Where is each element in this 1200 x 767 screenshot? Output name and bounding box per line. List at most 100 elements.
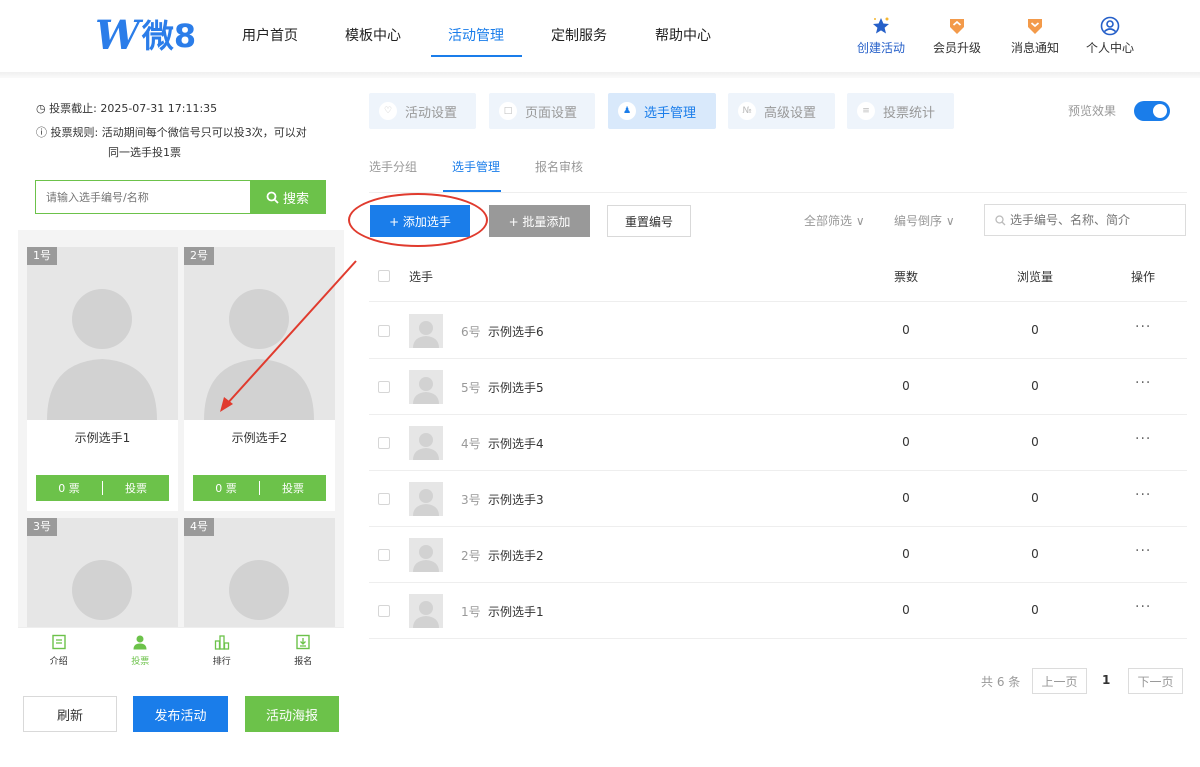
more-actions-icon[interactable]: ···	[1135, 543, 1151, 559]
player-number-badge: 4号	[184, 518, 214, 536]
subtab-active-indicator	[443, 190, 501, 192]
player-avatar	[409, 482, 443, 516]
player-name: 示例选手3	[488, 493, 544, 507]
person-icon: ♟	[618, 102, 636, 120]
row-checkbox[interactable]	[378, 325, 390, 337]
preview-toggle-label: 预览效果	[1068, 104, 1117, 118]
logo-text: 微8	[141, 17, 197, 55]
statistics-icon: ≡	[857, 102, 875, 120]
tab-signup[interactable]: 报名	[263, 628, 345, 669]
vote-button[interactable]: 投票	[260, 480, 326, 496]
tab-intro[interactable]: 介绍	[18, 628, 100, 669]
view-count: 0	[1031, 603, 1039, 617]
player-photo: 2号	[184, 247, 335, 420]
vote-bar[interactable]: 0 票 投票	[36, 475, 169, 501]
preview-toggle[interactable]	[1134, 101, 1170, 121]
reset-numbers-button[interactable]: 重置编号	[607, 205, 691, 237]
more-actions-icon[interactable]: ···	[1135, 431, 1151, 447]
tab-page-settings[interactable]: □ 页面设置	[489, 93, 595, 129]
table-row: 2号 示例选手2 0 0 ···	[369, 527, 1187, 583]
top-navigation: W 微8 用户首页 模板中心 活动管理 定制服务 帮助中心 创建活动 会员升级 …	[0, 0, 1200, 72]
more-actions-icon[interactable]: ···	[1135, 487, 1151, 503]
player-number: 2号	[461, 549, 481, 563]
tab-player-management[interactable]: ♟ 选手管理	[608, 93, 716, 129]
nav-home[interactable]: 用户首页	[242, 25, 298, 45]
activity-poster-button[interactable]: 活动海报	[245, 696, 339, 732]
nav-activity-management[interactable]: 活动管理	[448, 25, 504, 45]
create-activity-button[interactable]: 创建活动	[857, 16, 905, 56]
member-upgrade-button[interactable]: 会员升级	[933, 16, 981, 56]
nav-custom-service[interactable]: 定制服务	[551, 25, 607, 45]
row-checkbox[interactable]	[378, 381, 390, 393]
player-number: 1号	[461, 605, 481, 619]
table-header: 选手 票数 浏览量 操作	[369, 250, 1187, 302]
tab-vote-statistics[interactable]: ≡ 投票统计	[847, 93, 954, 129]
profile-button[interactable]: 个人中心	[1086, 16, 1134, 56]
vote-button[interactable]: 投票	[103, 480, 169, 496]
column-votes: 票数	[894, 270, 919, 284]
tab-ranking[interactable]: 排行	[181, 628, 263, 669]
filter-all-dropdown[interactable]: 全部筛选 ∨	[804, 212, 865, 229]
player-search-input[interactable]	[1010, 213, 1180, 227]
select-all-checkbox[interactable]	[378, 270, 390, 282]
more-actions-icon[interactable]: ···	[1135, 375, 1151, 391]
player-card[interactable]: 1号 示例选手1 0 票 投票	[27, 247, 178, 511]
clock-icon: ◷	[36, 102, 46, 115]
vote-count: 0	[902, 435, 910, 449]
row-checkbox[interactable]	[378, 493, 390, 505]
nav-templates[interactable]: 模板中心	[345, 25, 401, 45]
star-icon	[871, 16, 891, 36]
mobile-preview: ◷ 投票截止: 2025-07-31 17:11:35 ⓘ 投票规则: 活动期间…	[18, 88, 344, 632]
avatar-placeholder-icon	[413, 545, 439, 572]
row-checkbox[interactable]	[378, 437, 390, 449]
preview-search-button[interactable]: 搜索	[250, 181, 325, 213]
sort-dropdown[interactable]: 编号倒序 ∨	[894, 212, 955, 229]
subtab-player-management[interactable]: 选手管理	[452, 158, 500, 175]
player-card[interactable]: 2号 示例选手2 0 票 投票	[184, 247, 335, 511]
user-circle-icon	[1100, 16, 1120, 36]
player-name: 示例选手4	[488, 437, 544, 451]
subtab-signup-review[interactable]: 报名审核	[535, 158, 583, 175]
page-icon: □	[499, 102, 517, 120]
player-number-badge: 2号	[184, 247, 214, 265]
player-card[interactable]: 3号	[27, 518, 178, 632]
column-player: 选手	[409, 270, 434, 284]
row-checkbox[interactable]	[378, 605, 390, 617]
refresh-button[interactable]: 刷新	[23, 696, 117, 732]
tab-page-settings-label: 页面设置	[525, 105, 578, 121]
preview-search-input[interactable]	[36, 181, 250, 213]
vote-count: 0	[902, 603, 910, 617]
more-actions-icon[interactable]: ···	[1135, 319, 1151, 335]
vote-count: 0	[902, 323, 910, 337]
tab-advanced-settings-label: 高级设置	[764, 105, 817, 121]
tab-intro-label: 介绍	[49, 657, 68, 667]
table-row: 1号 示例选手1 0 0 ···	[369, 583, 1187, 639]
player-card[interactable]: 4号	[184, 518, 335, 632]
site-logo[interactable]: W 微8	[95, 16, 196, 56]
player-photo: 1号	[27, 247, 178, 420]
more-actions-icon[interactable]: ···	[1135, 599, 1151, 615]
tab-activity-settings[interactable]: ♡ 活动设置	[369, 93, 476, 129]
tab-vote[interactable]: 投票	[100, 628, 182, 669]
publish-activity-button[interactable]: 发布活动	[133, 696, 228, 732]
subtab-divider	[369, 192, 1187, 193]
vote-count: 0 票	[58, 482, 80, 495]
batch-add-button[interactable]: + 批量添加	[489, 205, 590, 237]
nav-help-center[interactable]: 帮助中心	[655, 25, 711, 45]
current-page[interactable]: 1	[1102, 673, 1110, 687]
player-number: 4号	[461, 437, 481, 451]
next-page-button[interactable]: 下一页	[1128, 668, 1183, 694]
annotation-highlight-circle	[348, 193, 488, 247]
player-search	[984, 204, 1186, 236]
tab-ranking-label: 排行	[212, 657, 231, 667]
view-count: 0	[1031, 323, 1039, 337]
row-checkbox[interactable]	[378, 549, 390, 561]
prev-page-button[interactable]: 上一页	[1032, 668, 1087, 694]
create-activity-label: 创建活动	[857, 41, 906, 55]
subtab-player-groups[interactable]: 选手分组	[369, 158, 417, 175]
vote-bar[interactable]: 0 票 投票	[193, 475, 326, 501]
view-count: 0	[1031, 435, 1039, 449]
notifications-button[interactable]: 消息通知	[1011, 16, 1059, 56]
avatar-placeholder-icon	[413, 377, 439, 404]
tab-advanced-settings[interactable]: № 高级设置	[728, 93, 835, 129]
